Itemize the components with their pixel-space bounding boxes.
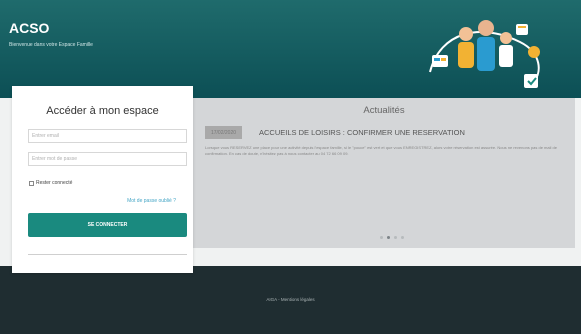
login-panel: Accéder à mon espace Rester connecté Mot… bbox=[12, 86, 193, 273]
email-field[interactable] bbox=[28, 129, 187, 143]
news-headline[interactable]: ACCUEILS DE LOISIRS : CONFIRMER UNE RESE… bbox=[259, 128, 465, 137]
remember-label: Rester connecté bbox=[36, 180, 73, 186]
header-banner: ACSO Bienvenue dans votre Espace Famille bbox=[0, 0, 581, 98]
divider bbox=[28, 254, 187, 255]
carousel-dot[interactable] bbox=[394, 236, 397, 239]
footer-links[interactable]: AIGA - Mentions légales bbox=[0, 297, 581, 302]
carousel-dot[interactable] bbox=[380, 236, 383, 239]
news-date-badge: 17/02/2020 bbox=[205, 126, 242, 139]
remember-me[interactable]: Rester connecté bbox=[29, 180, 72, 186]
carousel-indicators bbox=[380, 236, 404, 239]
forgot-password-link[interactable]: Mot de passe oublié ? bbox=[127, 198, 176, 204]
carousel-dot[interactable] bbox=[401, 236, 404, 239]
password-field[interactable] bbox=[28, 152, 187, 166]
news-title: Actualités bbox=[363, 105, 405, 116]
connect-button[interactable]: SE CONNECTER bbox=[28, 213, 187, 237]
remember-checkbox[interactable] bbox=[29, 180, 34, 186]
news-body: Lorsque vous RESERVEZ une place pour une… bbox=[205, 145, 557, 156]
news-carousel: Actualités 17/02/2020 ACCUEILS DE LOISIR… bbox=[193, 98, 575, 248]
brand-name[interactable]: ACSO bbox=[9, 20, 49, 36]
carousel-dot-active[interactable] bbox=[387, 236, 390, 239]
login-title: Accéder à mon espace bbox=[46, 105, 159, 117]
family-illustration-icon bbox=[429, 20, 540, 88]
welcome-text: Bienvenue dans votre Espace Famille bbox=[9, 42, 93, 48]
